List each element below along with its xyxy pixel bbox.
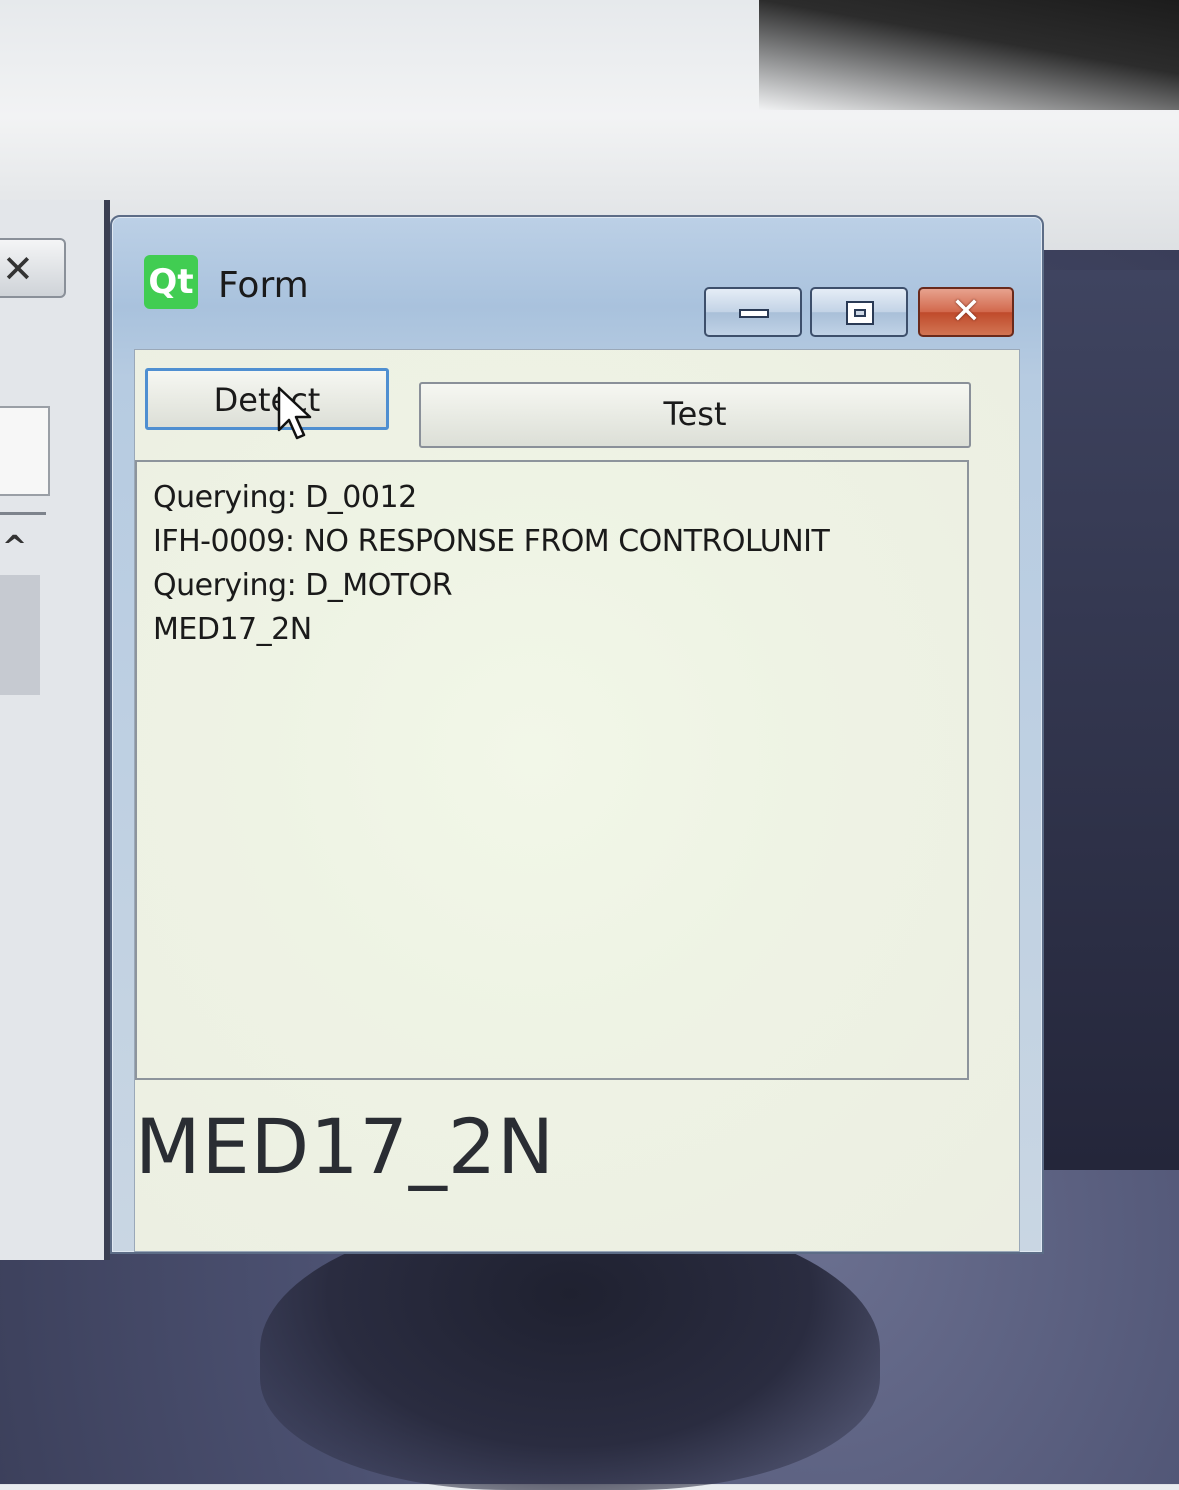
chevron-up-icon[interactable]: ^	[2, 530, 27, 565]
minimize-icon	[739, 309, 769, 318]
result-label: MED17_2N	[135, 1102, 556, 1191]
window-title: Form	[218, 265, 309, 306]
log-line: Querying: D_0012	[153, 480, 417, 515]
background-window-scrollbar[interactable]	[0, 575, 40, 695]
maximize-icon	[846, 301, 874, 325]
minimize-button[interactable]	[704, 287, 802, 337]
background-window	[0, 200, 110, 1260]
background-window-input[interactable]	[0, 406, 50, 496]
close-button[interactable]: ✕	[918, 287, 1014, 337]
form-client-area: Detect Test Querying: D_0012 IFH-0009: N…	[134, 349, 1020, 1252]
test-button[interactable]: Test	[419, 382, 971, 448]
qt-logo-icon: Qt	[144, 255, 198, 309]
log-line: Querying: D_MOTOR	[153, 568, 453, 603]
log-line: IFH-0009: NO RESPONSE FROM CONTROLUNIT	[153, 524, 830, 559]
background-window-close-button[interactable]: ✕	[0, 238, 66, 298]
background-window-divider	[0, 512, 46, 515]
maximize-button[interactable]	[810, 287, 908, 337]
close-icon: ✕	[950, 291, 982, 332]
mouse-cursor-icon	[277, 386, 312, 440]
log-line: MED17_2N	[153, 612, 312, 647]
form-window: Qt Form ✕ Detect Test Querying: D_0012 I…	[110, 215, 1044, 1254]
log-output[interactable]: Querying: D_0012 IFH-0009: NO RESPONSE F…	[135, 460, 969, 1080]
monitor-bezel-shadow	[759, 0, 1179, 110]
title-bar[interactable]: Qt Form ✕	[112, 217, 1042, 347]
close-icon: ✕	[2, 247, 34, 291]
detect-button[interactable]: Detect	[145, 368, 389, 430]
